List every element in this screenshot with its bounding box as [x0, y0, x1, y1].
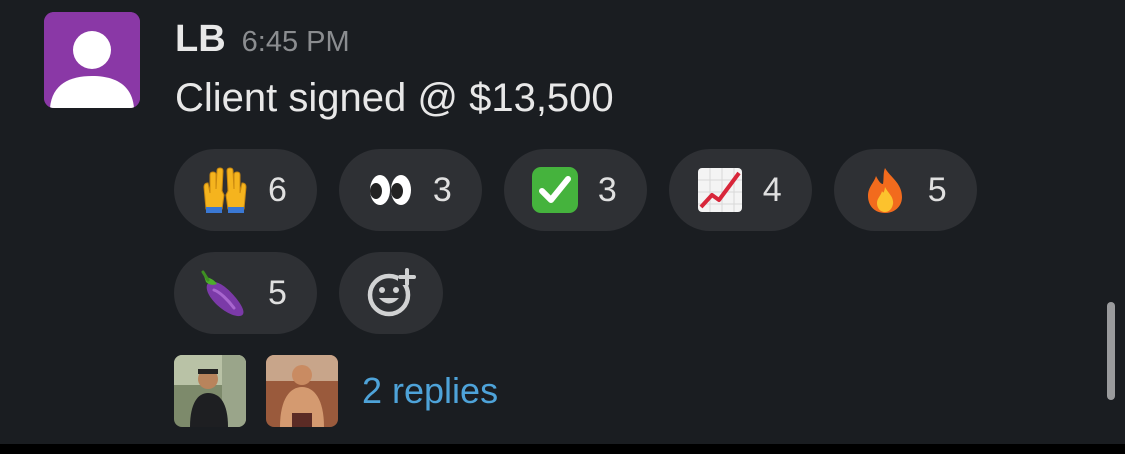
- message-text: Client signed @ $13,500: [175, 76, 614, 120]
- reaction-eggplant[interactable]: 5: [174, 252, 317, 334]
- author-avatar[interactable]: [44, 12, 140, 108]
- replies-link[interactable]: 2 replies: [362, 370, 498, 412]
- reaction-fire[interactable]: 5: [833, 149, 977, 231]
- eyes-icon: [365, 165, 415, 215]
- add-reaction-icon: [367, 268, 416, 317]
- reaction-eyes[interactable]: 3: [338, 149, 482, 231]
- message-timestamp[interactable]: 6:45 PM: [242, 26, 350, 59]
- chart-increasing-icon: [695, 165, 745, 215]
- reaction-count: 4: [762, 170, 782, 209]
- reaction-check-mark[interactable]: 3: [503, 149, 647, 231]
- author-name[interactable]: LB: [175, 18, 226, 61]
- message-header: LB 6:45 PM: [175, 18, 350, 64]
- reaction-count: 6: [268, 170, 287, 209]
- reaction-count: 5: [927, 170, 947, 209]
- add-reaction-button[interactable]: [338, 252, 443, 334]
- reactions-row: 5: [174, 252, 443, 334]
- fire-icon: [860, 165, 910, 215]
- reaction-chart-increasing[interactable]: 4: [668, 149, 812, 231]
- bottom-edge: [0, 444, 1125, 454]
- participant-avatar-1[interactable]: [174, 355, 246, 427]
- reaction-count: 5: [268, 273, 287, 312]
- check-mark-button-icon: [530, 165, 580, 215]
- thread-summary[interactable]: 2 replies: [174, 355, 498, 427]
- message-pane: LB 6:45 PM Client signed @ $13,500 6 3 3…: [0, 0, 1125, 444]
- raising-hands-icon: [200, 165, 250, 215]
- participant-avatar-2[interactable]: [266, 355, 338, 427]
- reaction-count: 3: [597, 170, 617, 209]
- default-user-icon: [44, 12, 140, 108]
- eggplant-icon: [200, 268, 250, 318]
- reaction-count: 3: [432, 170, 452, 209]
- reactions-row: 6 3 3 4 5: [174, 149, 977, 231]
- scrollbar-thumb[interactable]: [1107, 302, 1115, 400]
- reaction-raising-hands[interactable]: 6: [174, 149, 317, 231]
